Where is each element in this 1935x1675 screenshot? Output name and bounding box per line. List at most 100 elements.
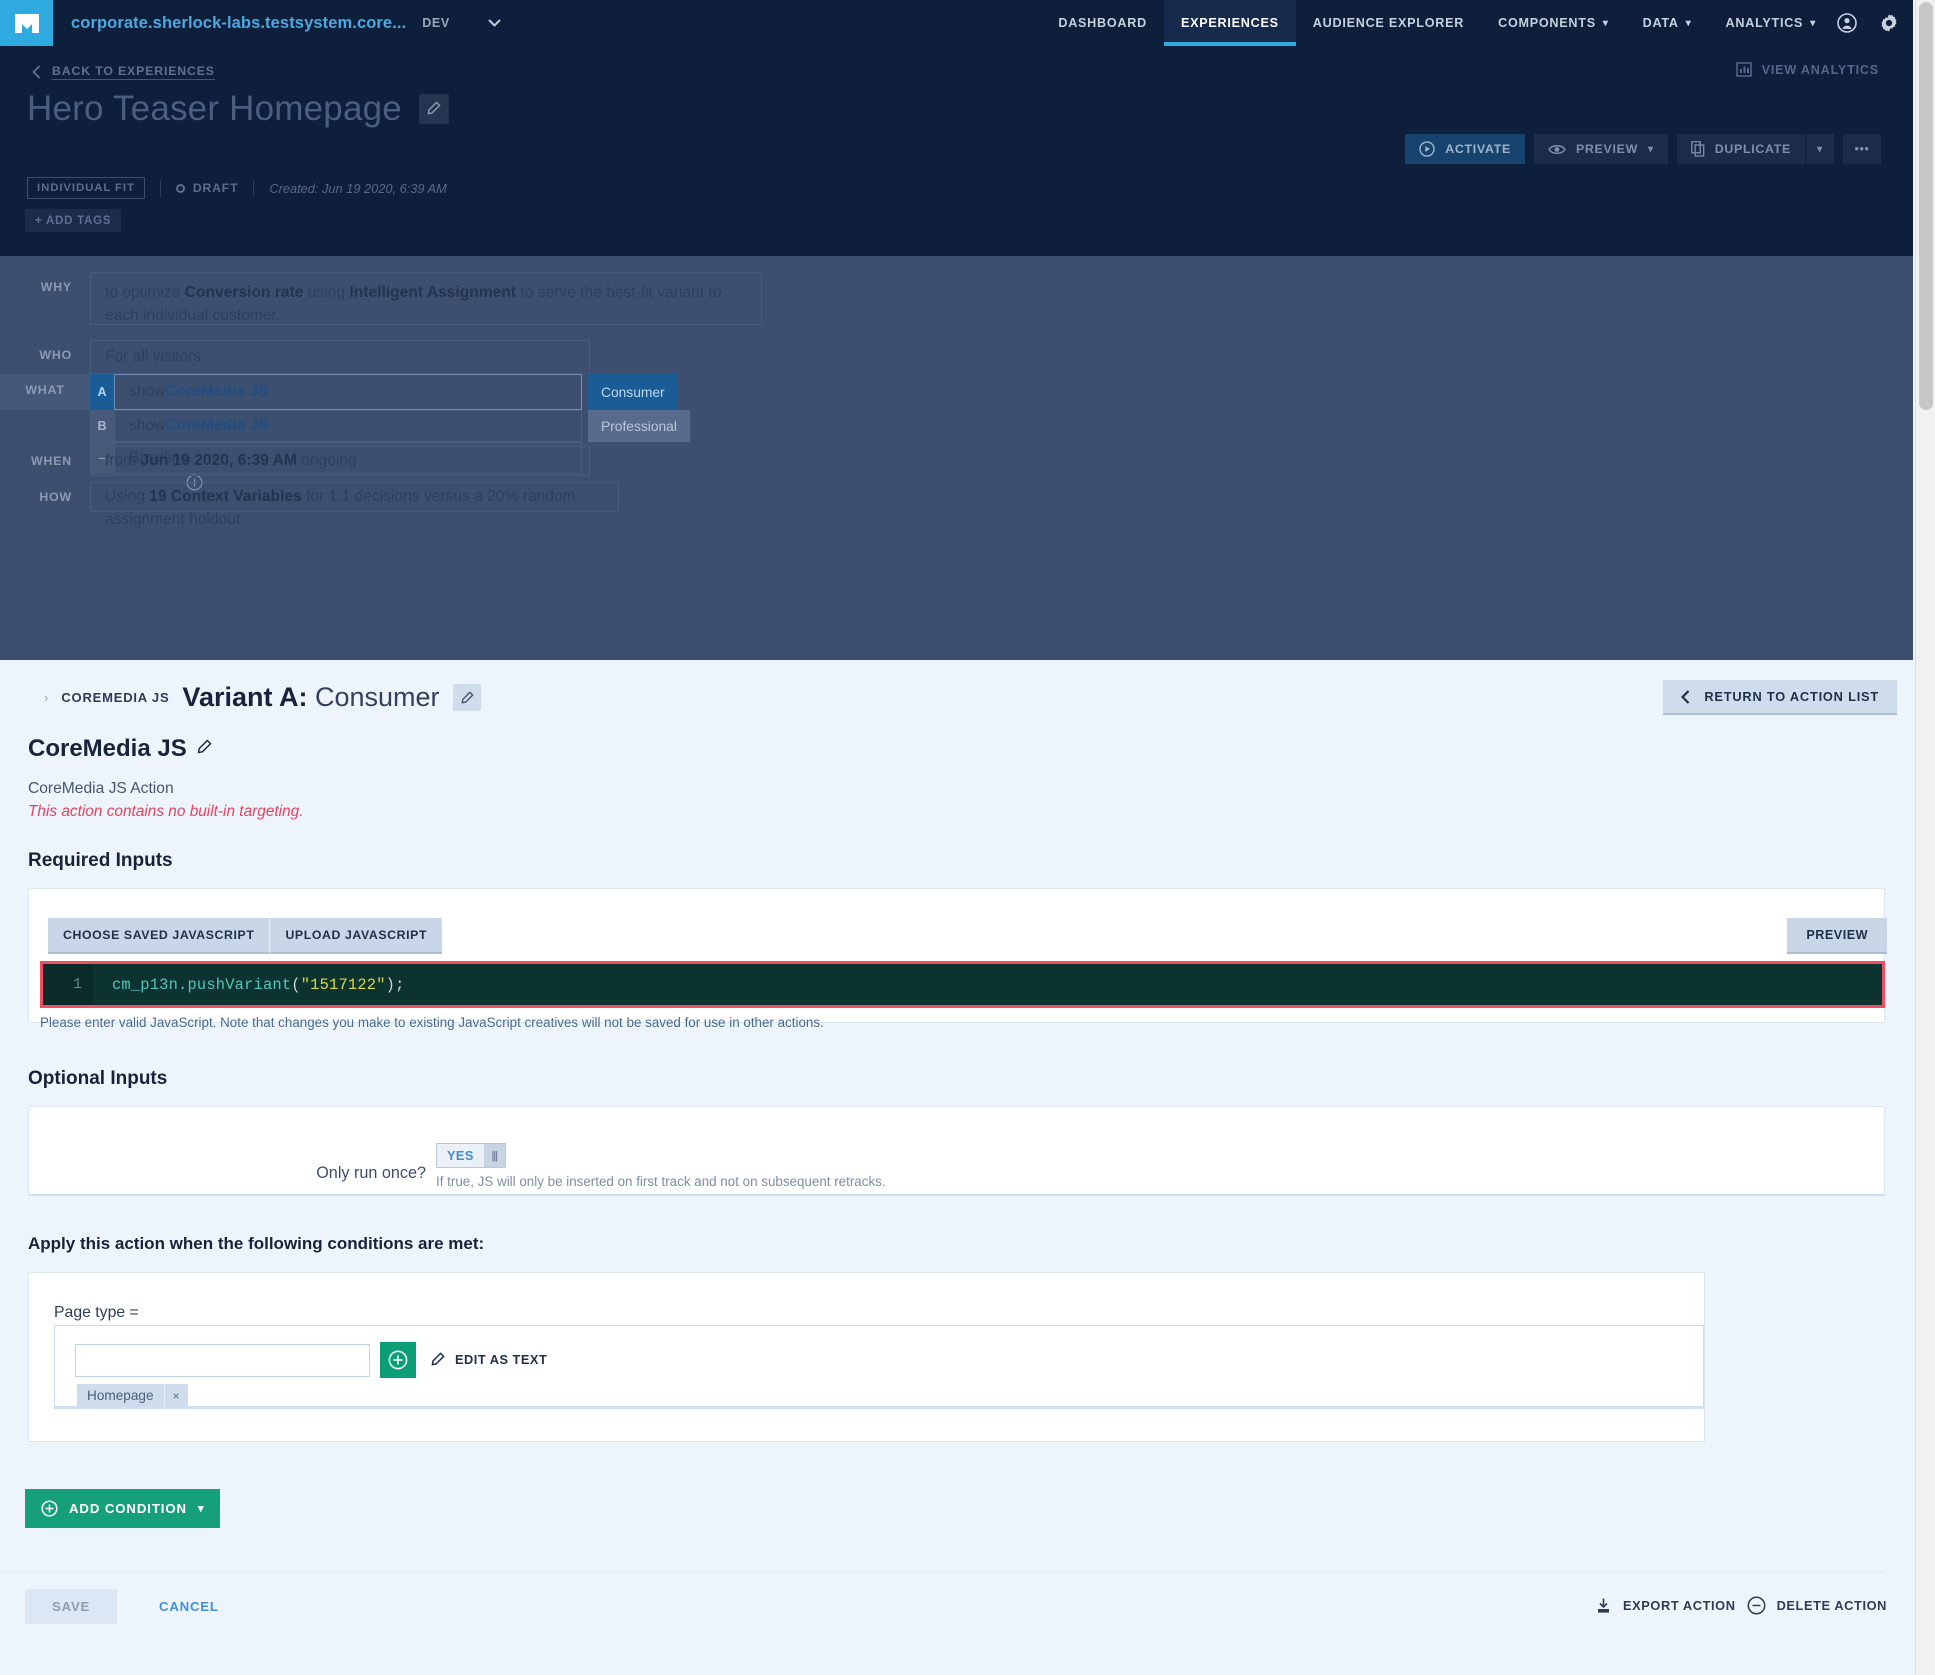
variant-heading-bold: Variant A: bbox=[182, 682, 308, 712]
how-value[interactable]: Using 19 Context Variables for 1:1 decis… bbox=[90, 482, 619, 528]
nav-item-components[interactable]: COMPONENTS ▾ bbox=[1481, 0, 1626, 46]
play-circle-icon bbox=[1419, 141, 1435, 157]
what-label: WHAT bbox=[0, 374, 90, 410]
minus-circle-icon bbox=[1747, 1596, 1766, 1615]
status-label: DRAFT bbox=[192, 181, 239, 195]
chevron-down-icon: ▾ bbox=[197, 1503, 205, 1515]
code-open-paren: ( bbox=[291, 975, 301, 994]
pencil-icon bbox=[460, 690, 474, 704]
nav-label: DATA bbox=[1642, 16, 1679, 30]
activate-button[interactable]: ACTIVATE bbox=[1405, 134, 1525, 164]
when-value[interactable]: from Jun 19 2020, 6:39 AM ongoing bbox=[90, 446, 590, 476]
edit-action-name-button[interactable] bbox=[196, 739, 212, 760]
eye-icon bbox=[1548, 144, 1566, 154]
variant-action[interactable]: show CoreMedia JS bbox=[114, 410, 582, 442]
copy-icon bbox=[1690, 141, 1705, 157]
plus-circle-icon bbox=[388, 1350, 408, 1370]
cancel-button[interactable]: CANCEL bbox=[159, 1599, 219, 1614]
breadcrumb-parent[interactable]: COREMEDIA JS bbox=[61, 690, 169, 705]
brand-logo[interactable] bbox=[0, 0, 53, 46]
nav-label: EXPERIENCES bbox=[1180, 16, 1279, 30]
nav-item-audience-explorer[interactable]: AUDIENCE EXPLORER bbox=[1296, 0, 1481, 46]
remove-chip-button[interactable]: × bbox=[165, 1384, 188, 1407]
chevron-right-icon[interactable]: › bbox=[44, 690, 48, 705]
code-string-literal: "1517122" bbox=[300, 975, 386, 994]
chevron-down-icon: ▾ bbox=[1817, 143, 1823, 155]
why-mid: using bbox=[303, 284, 350, 301]
gear-icon[interactable] bbox=[1879, 13, 1899, 33]
when-post: ongoing bbox=[296, 452, 357, 469]
why-value[interactable]: to optimize Conversion rate using Intell… bbox=[90, 272, 762, 325]
action-targeting-warning: This action contains no built-in targeti… bbox=[28, 803, 304, 820]
variant-row-a: A show CoreMedia JS Consumer bbox=[90, 374, 678, 410]
scrollbar-thumb[interactable] bbox=[1919, 2, 1933, 410]
variant-badge: A bbox=[90, 374, 114, 410]
delete-action-button[interactable]: DELETE ACTION bbox=[1777, 1598, 1887, 1613]
chevron-left-icon bbox=[1681, 689, 1690, 704]
pencil-icon bbox=[197, 739, 212, 753]
nav-label: COMPONENTS bbox=[1498, 16, 1596, 30]
nav-item-analytics[interactable]: ANALYTICS ▾ bbox=[1709, 0, 1833, 46]
site-name[interactable]: corporate.sherlock-labs.testsystem.core.… bbox=[53, 0, 406, 46]
summary-row-when: WHEN from Jun 19 2020, 6:39 AM ongoing bbox=[0, 446, 590, 476]
bar-chart-icon bbox=[1735, 62, 1752, 77]
chevron-down-icon: ▾ bbox=[1810, 17, 1816, 29]
how-label: HOW bbox=[39, 490, 72, 504]
nav-item-experiences[interactable]: EXPERIENCES bbox=[1163, 0, 1296, 46]
chevron-down-icon: ▾ bbox=[1602, 17, 1609, 29]
edit-variant-button[interactable] bbox=[452, 684, 481, 711]
who-value[interactable]: For all visitors bbox=[90, 340, 590, 374]
variant-tag: Consumer bbox=[588, 374, 678, 410]
return-to-action-list-button[interactable]: RETURN TO ACTION LIST bbox=[1663, 680, 1897, 715]
experience-summary-dimmed: WHY to optimize Conversion rate using In… bbox=[0, 256, 1913, 660]
download-icon bbox=[1598, 1598, 1610, 1613]
nav-item-dashboard[interactable]: DASHBOARD bbox=[1041, 0, 1164, 46]
footer-actions: EXPORT ACTION DELETE ACTION bbox=[1595, 1596, 1887, 1615]
variant-action-name: CoreMedia JS bbox=[165, 417, 269, 434]
duplicate-group: DUPLICATE ▾ bbox=[1676, 134, 1834, 164]
summary-row-why: WHY to optimize Conversion rate using In… bbox=[0, 272, 762, 325]
tab-upload-javascript[interactable]: UPLOAD JAVASCRIPT bbox=[269, 918, 443, 954]
more-options-button[interactable]: ••• bbox=[1843, 134, 1881, 164]
back-to-experiences-link[interactable]: BACK TO EXPERIENCES bbox=[32, 64, 215, 80]
duplicate-button[interactable]: DUPLICATE bbox=[1676, 134, 1805, 164]
export-action-button[interactable]: EXPORT ACTION bbox=[1623, 1598, 1736, 1613]
when-pre: from bbox=[105, 452, 141, 469]
javascript-code-editor[interactable]: 1 cm_p13n.pushVariant("1517122"); bbox=[40, 961, 1885, 1008]
only-run-once-hint: If true, JS will only be inserted on fir… bbox=[436, 1174, 886, 1189]
status-badge: DRAFT bbox=[175, 181, 239, 195]
add-tags-button[interactable]: + ADD TAGS bbox=[25, 209, 122, 232]
variant-action-prefix: show bbox=[129, 417, 166, 434]
return-label: RETURN TO ACTION LIST bbox=[1704, 689, 1879, 704]
edit-as-text-label: EDIT AS TEXT bbox=[455, 1352, 548, 1367]
add-condition-value-button[interactable] bbox=[380, 1342, 416, 1378]
code-preview-button[interactable]: PREVIEW bbox=[1787, 918, 1887, 954]
status-dot-icon bbox=[175, 183, 185, 193]
variant-badge: B bbox=[90, 410, 114, 442]
variant-tag: Professional bbox=[588, 410, 690, 442]
variant-row-b: B show CoreMedia JS Professional bbox=[90, 410, 690, 442]
page-scrollbar[interactable] bbox=[1915, 0, 1935, 1675]
environment-dropdown[interactable] bbox=[450, 0, 501, 46]
preview-button[interactable]: PREVIEW ▾ bbox=[1533, 134, 1668, 164]
experience-meta: INDIVIDUAL FIT DRAFT Created: Jun 19 202… bbox=[27, 177, 447, 199]
variant-action[interactable]: show CoreMedia JS bbox=[114, 374, 582, 410]
edit-as-text-button[interactable]: EDIT AS TEXT bbox=[430, 1352, 547, 1367]
view-analytics-link[interactable]: VIEW ANALYTICS bbox=[1735, 62, 1879, 77]
nav-item-data[interactable]: DATA ▾ bbox=[1626, 0, 1709, 46]
only-run-once-toggle[interactable]: YES ||| bbox=[436, 1143, 506, 1168]
user-circle-icon[interactable] bbox=[1837, 13, 1857, 33]
condition-value-chip: Homepage × bbox=[77, 1384, 188, 1407]
edit-title-button[interactable] bbox=[418, 93, 449, 124]
duplicate-dropdown-button[interactable]: ▾ bbox=[1805, 134, 1834, 164]
variant-heading: Variant A: Consumer bbox=[182, 684, 439, 711]
condition-value-input[interactable] bbox=[75, 1344, 370, 1377]
created-timestamp: Created: Jun 19 2020, 6:39 AM bbox=[269, 180, 447, 196]
add-condition-button[interactable]: ADD CONDITION ▾ bbox=[25, 1489, 221, 1528]
why-metric: Conversion rate bbox=[184, 284, 304, 301]
action-title-row: CoreMedia JS bbox=[28, 737, 212, 761]
variant-heading-light: Consumer bbox=[307, 682, 440, 712]
tab-choose-saved-javascript[interactable]: CHOOSE SAVED JAVASCRIPT bbox=[48, 918, 270, 954]
save-button[interactable]: SAVE bbox=[25, 1589, 118, 1624]
chevron-left-icon bbox=[32, 65, 41, 79]
